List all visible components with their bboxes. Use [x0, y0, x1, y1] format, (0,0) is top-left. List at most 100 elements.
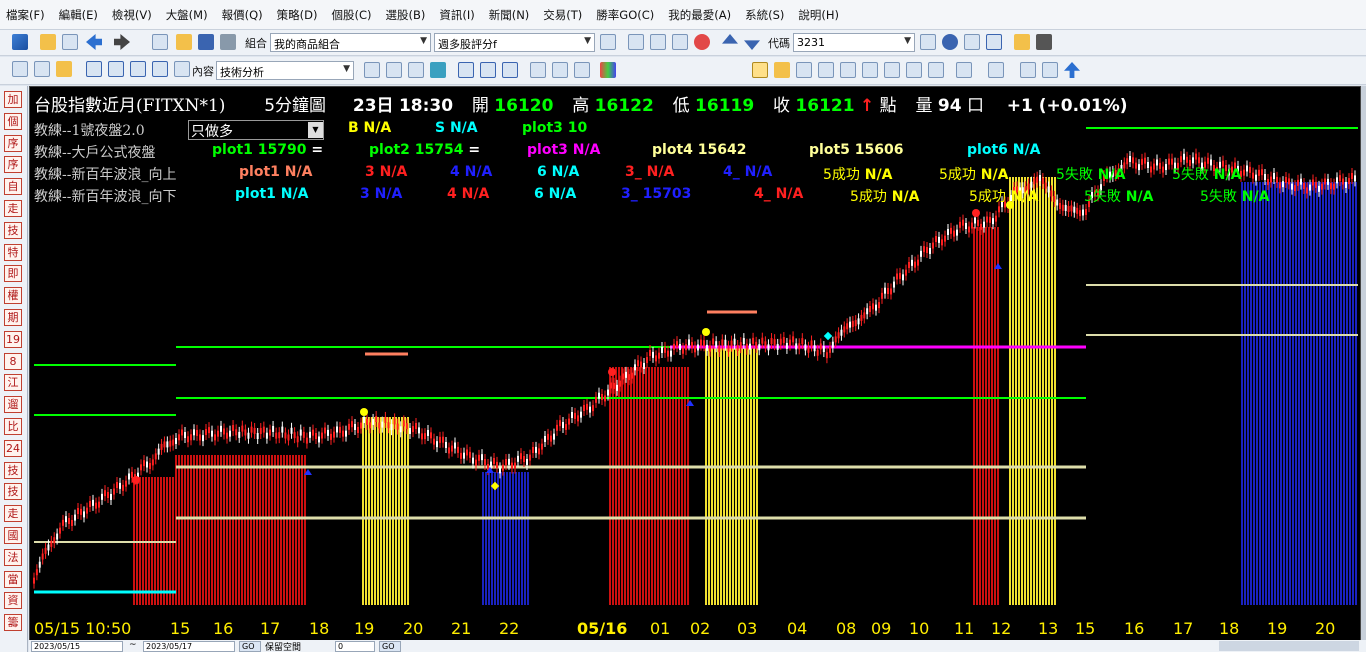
- k-line-icon[interactable]: [986, 34, 1002, 50]
- layout-cols-icon[interactable]: [130, 61, 146, 77]
- close-pane-icon[interactable]: [174, 61, 190, 77]
- sidebar-button[interactable]: 特: [4, 243, 22, 261]
- menu-item[interactable]: 大盤(M): [166, 7, 208, 23]
- keep-go-button[interactable]: GO: [379, 641, 401, 652]
- home-icon[interactable]: [40, 34, 56, 50]
- go-button[interactable]: GO: [239, 641, 261, 652]
- paste-icon[interactable]: [56, 61, 72, 77]
- menu-item[interactable]: 策略(D): [277, 7, 318, 23]
- right-scrollbar[interactable]: [1361, 86, 1366, 652]
- open-folder-icon[interactable]: [176, 34, 192, 50]
- menu-item[interactable]: 交易(T): [543, 7, 582, 23]
- palette-icon[interactable]: [600, 62, 616, 78]
- tool-4-icon[interactable]: [430, 62, 446, 78]
- keep-input[interactable]: 0: [335, 641, 375, 652]
- menu-item[interactable]: 檔案(F): [6, 7, 45, 23]
- crosshair-icon[interactable]: [818, 62, 834, 78]
- menu-item[interactable]: 個股(C): [331, 7, 371, 23]
- text-tool3-icon[interactable]: [502, 62, 518, 78]
- chart-canvas[interactable]: [30, 87, 1360, 641]
- sidebar-button[interactable]: 技: [4, 483, 22, 501]
- strategy-icon[interactable]: [862, 62, 878, 78]
- forward-arrow-icon[interactable]: [114, 34, 130, 50]
- sidebar-button[interactable]: 走: [4, 200, 22, 217]
- panel-icon[interactable]: [530, 62, 546, 78]
- page-icon[interactable]: [62, 34, 78, 50]
- menu-item[interactable]: 報價(Q): [222, 7, 263, 23]
- trend-chart-icon[interactable]: [964, 34, 980, 50]
- refresh-icon[interactable]: [672, 34, 688, 50]
- sidebar-button[interactable]: 當: [4, 570, 22, 588]
- layout-cols2-icon[interactable]: [152, 61, 168, 77]
- print-icon[interactable]: [220, 34, 236, 50]
- text-tool2-icon[interactable]: [480, 62, 496, 78]
- line-style-icon[interactable]: [988, 62, 1004, 78]
- menu-item[interactable]: 編輯(E): [59, 7, 98, 23]
- dollar-icon[interactable]: [774, 62, 790, 78]
- tool-2-icon[interactable]: [386, 62, 402, 78]
- sidebar-button[interactable]: 序: [4, 156, 22, 174]
- menu-item[interactable]: 我的最愛(A): [668, 7, 731, 23]
- sidebar-button[interactable]: 19: [4, 330, 22, 348]
- fibonacci-icon[interactable]: [1020, 62, 1036, 78]
- sidebar-button[interactable]: 比: [4, 418, 22, 435]
- sidebar-button[interactable]: 序: [4, 134, 22, 152]
- menu-item[interactable]: 資訊(I): [439, 7, 474, 23]
- expand-icon[interactable]: [628, 34, 644, 50]
- copy-icon[interactable]: [34, 61, 50, 77]
- favorite-heart-icon[interactable]: [694, 34, 710, 50]
- panel2-icon[interactable]: [574, 62, 590, 78]
- menu-item[interactable]: 勝率GO(C): [596, 7, 654, 23]
- export-icon[interactable]: [1042, 62, 1058, 78]
- price-chart[interactable]: 台股指數近月(FITXN*1) 5分鐘圖 23日 18:30 開 16120 高…: [29, 86, 1361, 642]
- menu-item[interactable]: 說明(H): [798, 7, 839, 23]
- enter-icon[interactable]: [600, 34, 616, 50]
- menu-item[interactable]: 新聞(N): [489, 7, 530, 23]
- sidebar-button[interactable]: 24: [4, 439, 22, 457]
- sidebar-button[interactable]: 資: [4, 592, 22, 610]
- tool-1-icon[interactable]: [364, 62, 380, 78]
- sidebar-button[interactable]: 即: [4, 265, 22, 283]
- menu-item[interactable]: 檢視(V): [112, 7, 152, 23]
- date-to-input[interactable]: 2023/05/17: [143, 641, 235, 652]
- sidebar-button[interactable]: 法: [4, 548, 22, 566]
- camera-icon[interactable]: [1036, 34, 1052, 50]
- sidebar-button[interactable]: 走: [4, 505, 22, 523]
- sidebar-button[interactable]: 個: [4, 112, 22, 130]
- text-tool-icon[interactable]: [458, 62, 474, 78]
- tool-3-icon[interactable]: [408, 62, 424, 78]
- layout-rows2-icon[interactable]: [108, 61, 124, 77]
- chart-type-icon[interactable]: [884, 62, 900, 78]
- content-select[interactable]: 技術分析 ▼: [216, 61, 354, 80]
- draw-icon[interactable]: [928, 62, 944, 78]
- sidebar-button[interactable]: 技: [4, 461, 22, 479]
- sidebar-button[interactable]: 江: [4, 374, 22, 392]
- sidebar-button[interactable]: 遛: [4, 396, 22, 414]
- mode-select[interactable]: 只做多 ▼: [188, 120, 324, 140]
- sidebar-button[interactable]: 權: [4, 287, 22, 305]
- up-arrow-icon[interactable]: [1064, 62, 1080, 78]
- line-tool-icon[interactable]: [956, 62, 972, 78]
- search-icon[interactable]: [942, 34, 958, 50]
- sidebar-button[interactable]: 國: [4, 527, 22, 544]
- code-input[interactable]: 3231 ▼: [793, 33, 915, 52]
- indicator-icon[interactable]: [906, 62, 922, 78]
- pointer-icon[interactable]: [752, 62, 768, 78]
- eraser-icon[interactable]: [840, 62, 856, 78]
- layout-icon[interactable]: [12, 34, 28, 50]
- sidebar-button[interactable]: 籌: [4, 614, 22, 632]
- date-from-input[interactable]: 2023/05/15: [31, 641, 123, 652]
- window-icon[interactable]: [650, 34, 666, 50]
- group-select[interactable]: 我的商品組合 ▼: [270, 33, 431, 52]
- down-double-icon[interactable]: [744, 40, 760, 50]
- back-arrow-icon[interactable]: [86, 34, 102, 50]
- up-double-icon[interactable]: [722, 34, 738, 44]
- menu-item[interactable]: 選股(B): [385, 7, 425, 23]
- sidebar-button[interactable]: 自: [4, 178, 22, 196]
- sidebar-button[interactable]: 期: [4, 309, 22, 326]
- sidebar-button[interactable]: 8: [4, 352, 22, 370]
- scan-select[interactable]: 週多股評分f ▼: [434, 33, 595, 52]
- report-icon[interactable]: [1014, 34, 1030, 50]
- zoom-select-icon[interactable]: [796, 62, 812, 78]
- enter-code-icon[interactable]: [920, 34, 936, 50]
